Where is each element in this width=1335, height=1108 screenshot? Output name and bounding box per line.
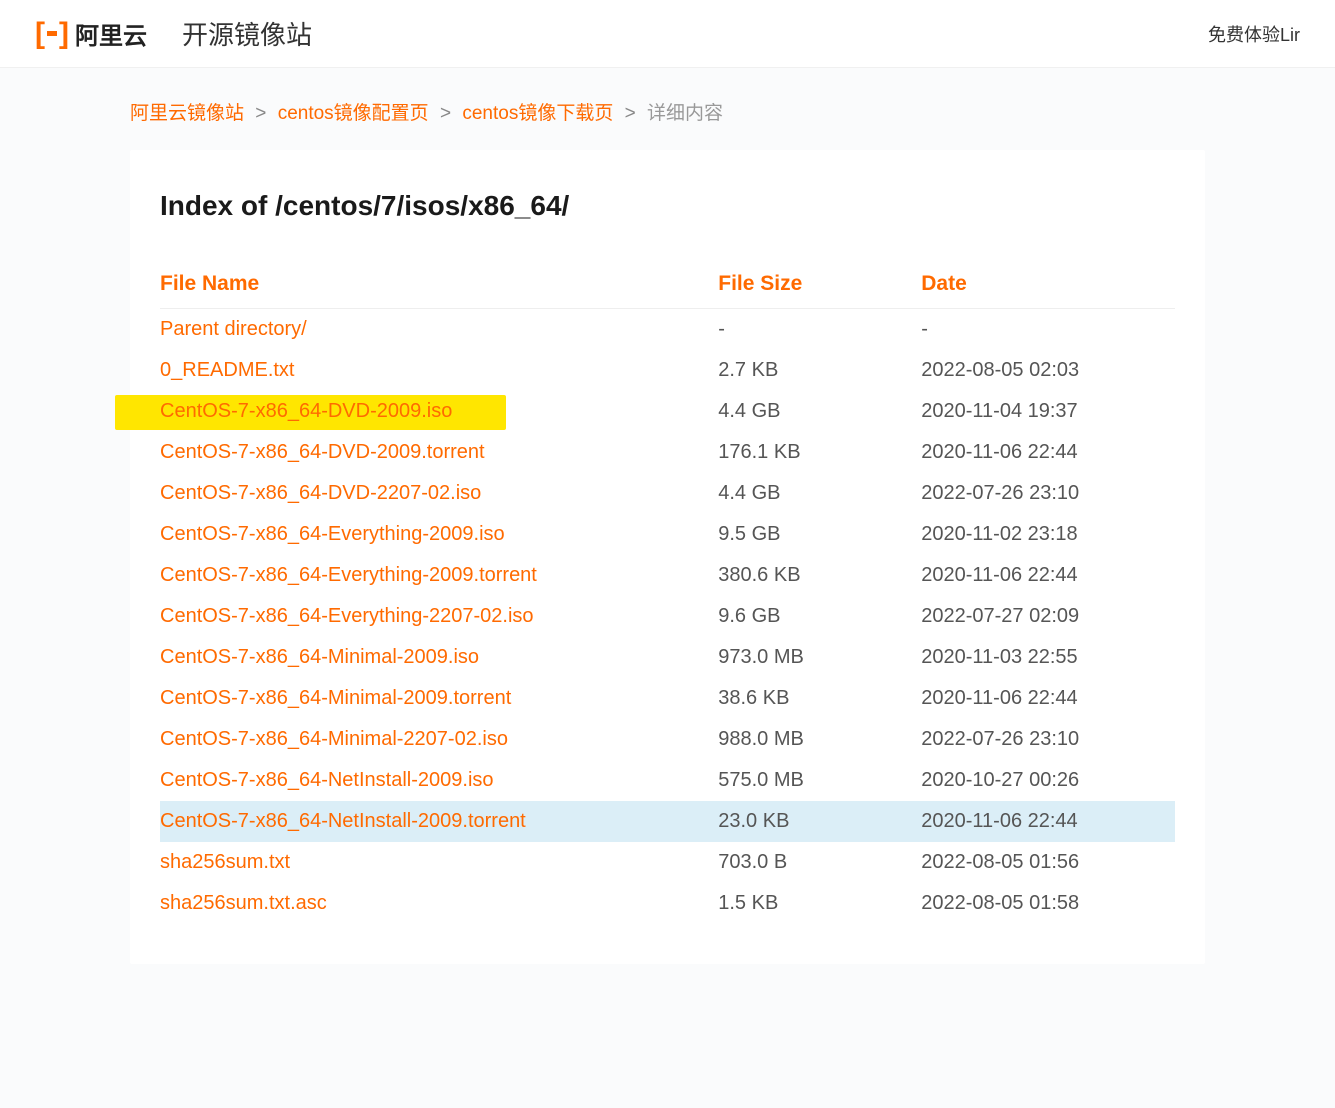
- logo-area: [ ] 阿里云 开源镜像站: [35, 15, 1208, 52]
- file-link[interactable]: CentOS-7-x86_64-DVD-2009.iso: [160, 400, 452, 422]
- file-size: 1.5 KB: [718, 883, 921, 924]
- file-link[interactable]: CentOS-7-x86_64-Minimal-2207-02.iso: [160, 728, 508, 750]
- file-link[interactable]: CentOS-7-x86_64-Minimal-2009.iso: [160, 646, 479, 668]
- file-link[interactable]: CentOS-7-x86_64-DVD-2207-02.iso: [160, 482, 481, 504]
- file-date: 2022-07-26 23:10: [921, 719, 1175, 760]
- file-size: 4.4 GB: [718, 391, 921, 432]
- file-date: -: [921, 309, 1175, 351]
- header: [ ] 阿里云 开源镜像站 免费体验Lir: [0, 0, 1335, 68]
- file-size: 9.6 GB: [718, 596, 921, 637]
- table-row: sha256sum.txt 703.0 B2022-08-05 01:56: [160, 842, 1175, 883]
- file-date: 2022-08-05 02:03: [921, 350, 1175, 391]
- file-date: 2022-07-27 02:09: [921, 596, 1175, 637]
- file-date: 2020-10-27 00:26: [921, 760, 1175, 801]
- file-date: 2020-11-04 19:37: [921, 391, 1175, 432]
- file-date: 2020-11-06 22:44: [921, 678, 1175, 719]
- table-row: CentOS-7-x86_64-DVD-2207-02.iso 4.4 GB202…: [160, 473, 1175, 514]
- page-title: Index of /centos/7/isos/x86_64/: [160, 190, 1175, 222]
- aliyun-logo-icon[interactable]: [ ] 阿里云: [35, 16, 147, 51]
- file-link[interactable]: CentOS-7-x86_64-Minimal-2009.torrent: [160, 687, 511, 709]
- file-date: 2020-11-03 22:55: [921, 637, 1175, 678]
- file-size: 2.7 KB: [718, 350, 921, 391]
- breadcrumb-sep: >: [440, 103, 451, 124]
- breadcrumb-current: 详细内容: [647, 103, 723, 124]
- breadcrumb-sep: >: [625, 103, 636, 124]
- file-link[interactable]: 0_README.txt: [160, 359, 294, 381]
- table-row: CentOS-7-x86_64-Everything-2009.torrent 3…: [160, 555, 1175, 596]
- file-size: -: [718, 309, 921, 351]
- file-table: File Name File Size Date Parent director…: [160, 262, 1175, 924]
- breadcrumb-link-2[interactable]: centos镜像下载页: [462, 103, 613, 124]
- breadcrumb: 阿里云镜像站 > centos镜像配置页 > centos镜像下载页 > 详细内…: [0, 68, 1335, 150]
- table-row: CentOS-7-x86_64-Minimal-2009.iso 973.0 MB…: [160, 637, 1175, 678]
- file-size: 4.4 GB: [718, 473, 921, 514]
- table-row: CentOS-7-x86_64-NetInstall-2009.torrent 2…: [160, 801, 1175, 842]
- file-date: 2022-07-26 23:10: [921, 473, 1175, 514]
- file-date: 2020-11-06 22:44: [921, 801, 1175, 842]
- file-size: 703.0 B: [718, 842, 921, 883]
- table-row: CentOS-7-x86_64-DVD-2009.torrent 176.1 KB…: [160, 432, 1175, 473]
- table-row: sha256sum.txt.asc 1.5 KB2022-08-05 01:58: [160, 883, 1175, 924]
- file-date: 2020-11-06 22:44: [921, 555, 1175, 596]
- file-size: 176.1 KB: [718, 432, 921, 473]
- table-row: CentOS-7-x86_64-DVD-2009.iso 4.4 GB2020-1…: [160, 391, 1175, 432]
- content-card: Index of /centos/7/isos/x86_64/ File Nam…: [130, 150, 1205, 964]
- column-header-size: File Size: [718, 262, 921, 309]
- table-row: CentOS-7-x86_64-NetInstall-2009.iso 575.0…: [160, 760, 1175, 801]
- table-row: Parent directory/ --: [160, 309, 1175, 351]
- file-link[interactable]: CentOS-7-x86_64-Everything-2207-02.iso: [160, 605, 534, 627]
- table-row: 0_README.txt 2.7 KB2022-08-05 02:03: [160, 350, 1175, 391]
- table-row: CentOS-7-x86_64-Minimal-2009.torrent 38.6…: [160, 678, 1175, 719]
- file-size: 380.6 KB: [718, 555, 921, 596]
- table-row: CentOS-7-x86_64-Minimal-2207-02.iso 988.0…: [160, 719, 1175, 760]
- table-row: CentOS-7-x86_64-Everything-2207-02.iso 9.…: [160, 596, 1175, 637]
- file-link[interactable]: CentOS-7-x86_64-Everything-2009.iso: [160, 523, 505, 545]
- file-date: 2020-11-02 23:18: [921, 514, 1175, 555]
- breadcrumb-link-0[interactable]: 阿里云镜像站: [130, 103, 244, 124]
- table-row: CentOS-7-x86_64-Everything-2009.iso 9.5 G…: [160, 514, 1175, 555]
- file-link[interactable]: Parent directory/: [160, 318, 307, 340]
- file-link[interactable]: CentOS-7-x86_64-Everything-2009.torrent: [160, 564, 537, 586]
- breadcrumb-sep: >: [255, 103, 266, 124]
- file-size: 38.6 KB: [718, 678, 921, 719]
- file-link[interactable]: CentOS-7-x86_64-DVD-2009.torrent: [160, 441, 485, 463]
- site-title: 开源镜像站: [182, 15, 312, 52]
- breadcrumb-link-1[interactable]: centos镜像配置页: [278, 103, 429, 124]
- file-size: 575.0 MB: [718, 760, 921, 801]
- file-link[interactable]: CentOS-7-x86_64-NetInstall-2009.torrent: [160, 810, 526, 832]
- file-link[interactable]: sha256sum.txt.asc: [160, 892, 327, 914]
- file-date: 2020-11-06 22:44: [921, 432, 1175, 473]
- file-link[interactable]: sha256sum.txt: [160, 851, 290, 873]
- file-date: 2022-08-05 01:56: [921, 842, 1175, 883]
- file-size: 988.0 MB: [718, 719, 921, 760]
- column-header-name: File Name: [160, 262, 718, 309]
- file-date: 2022-08-05 01:58: [921, 883, 1175, 924]
- file-link[interactable]: CentOS-7-x86_64-NetInstall-2009.iso: [160, 769, 494, 791]
- header-right-link[interactable]: 免费体验Lir: [1208, 21, 1300, 47]
- column-header-date: Date: [921, 262, 1175, 309]
- logo-text: 阿里云: [75, 16, 147, 51]
- file-size: 973.0 MB: [718, 637, 921, 678]
- file-size: 23.0 KB: [718, 801, 921, 842]
- file-size: 9.5 GB: [718, 514, 921, 555]
